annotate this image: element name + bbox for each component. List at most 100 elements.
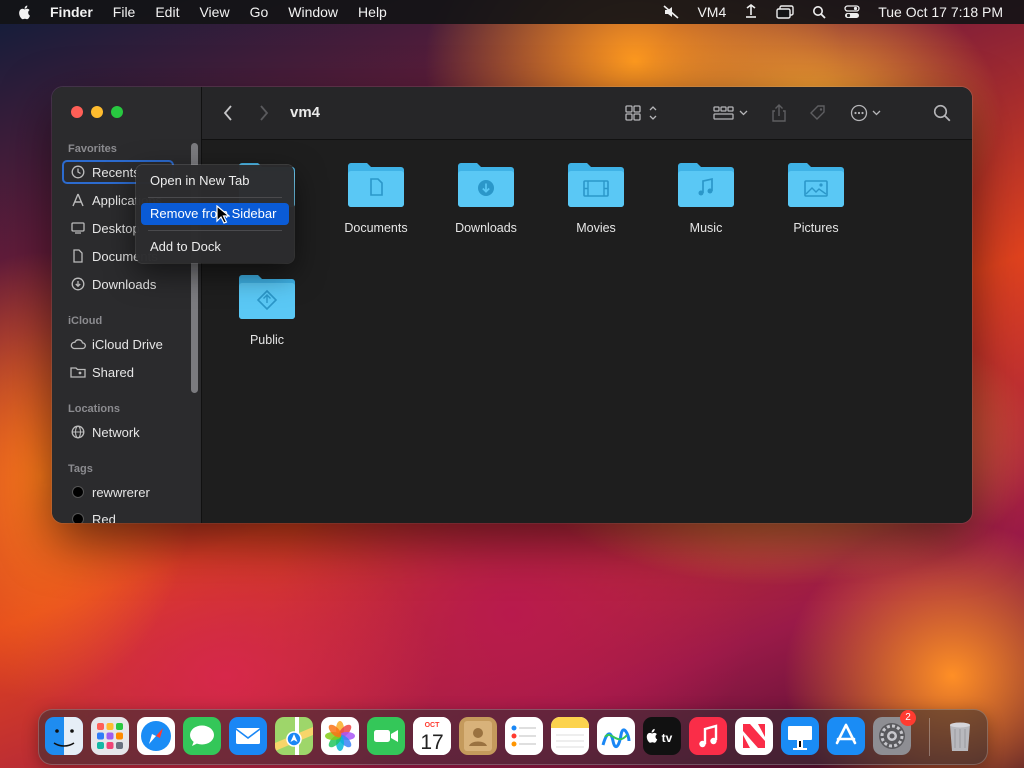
file-grid: Documents Downloads Movies Music Picture… [202, 140, 972, 523]
folder-pictures[interactable]: Pictures [766, 160, 866, 235]
context-item-add-to-dock[interactable]: Add to Dock [141, 236, 289, 258]
sidebar-item-icloud-drive[interactable]: iCloud Drive [62, 332, 174, 356]
dock-freeform-icon[interactable] [597, 717, 635, 755]
folder-movies-icon [568, 163, 624, 207]
sidebar-tag-rewwrerer[interactable]: rewwrerer [62, 480, 174, 504]
dock-reminders-icon[interactable] [505, 717, 543, 755]
share-icon[interactable] [770, 103, 788, 123]
dock-news-icon[interactable] [735, 717, 773, 755]
folder-documents[interactable]: Documents [326, 160, 426, 235]
sidebar-item-label: Downloads [92, 276, 157, 292]
dock-mail-icon[interactable] [229, 717, 267, 755]
search-icon[interactable] [932, 103, 952, 123]
sidebar-item-label: Red [92, 511, 116, 524]
folder-documents-icon [348, 163, 404, 207]
dock-notes-icon[interactable] [551, 717, 589, 755]
back-button[interactable] [222, 103, 234, 123]
menu-window[interactable]: Window [278, 0, 348, 24]
menu-view[interactable]: View [189, 0, 239, 24]
clock-icon [70, 164, 86, 180]
control-center-icon[interactable] [835, 0, 869, 24]
folder-label: Public [249, 333, 285, 347]
dock-contacts-icon[interactable] [459, 717, 497, 755]
notification-badge: 2 [900, 710, 916, 726]
download-icon [70, 276, 86, 292]
dock-app-store-icon[interactable] [827, 717, 865, 755]
folder-pictures-icon [788, 163, 844, 207]
globe-icon [70, 424, 86, 440]
folder-label: Movies [576, 221, 616, 235]
window-title: vm4 [290, 104, 321, 121]
dock-safari-icon[interactable] [137, 717, 175, 755]
folder-music[interactable]: Music [656, 160, 756, 235]
icon-view-switcher[interactable] [624, 103, 664, 123]
folder-public[interactable]: Public [217, 272, 317, 347]
menu-file[interactable]: File [103, 0, 146, 24]
dock-calendar-icon[interactable]: OCT 17 [413, 717, 451, 755]
group-by-button[interactable] [712, 103, 752, 123]
menu-bar: Finder File Edit View Go Window Help VM4… [0, 0, 1024, 24]
sidebar-item-label: Network [92, 424, 140, 440]
dock-keynote-icon[interactable] [781, 717, 819, 755]
close-window-button[interactable] [71, 106, 83, 118]
context-menu-divider [148, 197, 282, 198]
shared-folder-icon [70, 364, 86, 380]
folder-downloads[interactable]: Downloads [436, 160, 536, 235]
calendar-month: OCT [425, 722, 441, 729]
sidebar-item-label: rewwrerer [92, 484, 150, 500]
applications-icon [70, 192, 86, 208]
sidebar-item-downloads[interactable]: Downloads [62, 272, 174, 296]
dock-launchpad-icon[interactable] [91, 717, 129, 755]
dock: OCT 17 tv 2 [38, 709, 988, 765]
sidebar: Favorites Recents Applications Desktop D… [52, 87, 202, 523]
sidebar-item-network[interactable]: Network [62, 420, 174, 444]
folder-label: Downloads [455, 221, 517, 235]
minimize-window-button[interactable] [91, 106, 103, 118]
folder-public-icon [239, 275, 295, 319]
dock-divider [929, 718, 930, 756]
folder-label: Music [689, 221, 723, 235]
sidebar-item-label: Shared [92, 364, 134, 380]
dock-messages-icon[interactable] [183, 717, 221, 755]
screen-sharing-icon[interactable] [735, 0, 767, 24]
sidebar-heading-tags: Tags [68, 463, 93, 475]
cloud-icon [70, 336, 86, 352]
tag-dot-icon [70, 484, 86, 500]
more-actions-button[interactable] [848, 103, 886, 123]
menu-help[interactable]: Help [348, 0, 397, 24]
zoom-window-button[interactable] [111, 106, 123, 118]
sidebar-item-label: Desktop [92, 220, 140, 236]
muted-speaker-icon[interactable] [654, 0, 688, 24]
dock-photos-icon[interactable] [321, 717, 359, 755]
dock-trash-icon[interactable] [941, 717, 979, 755]
context-item-remove-from-sidebar[interactable]: Remove from Sidebar [141, 203, 289, 225]
window-mirroring-icon[interactable] [767, 0, 803, 24]
menu-go[interactable]: Go [240, 0, 279, 24]
dock-maps-icon[interactable] [275, 717, 313, 755]
menu-clock[interactable]: Tue Oct 17 7:18 PM [869, 0, 1012, 24]
sidebar-item-shared[interactable]: Shared [62, 360, 174, 384]
status-menu-vm4[interactable]: VM4 [688, 0, 735, 24]
sidebar-heading-favorites: Favorites [68, 143, 117, 155]
menu-app-name[interactable]: Finder [40, 0, 103, 24]
folder-label: Documents [344, 221, 408, 235]
finder-window: Favorites Recents Applications Desktop D… [52, 87, 972, 523]
dock-finder-icon[interactable] [45, 717, 83, 755]
sidebar-item-label: Recents [92, 164, 140, 180]
context-item-open-in-new-tab[interactable]: Open in New Tab [141, 170, 289, 192]
dock-music-icon[interactable] [689, 717, 727, 755]
dock-system-settings-icon[interactable]: 2 [873, 710, 916, 755]
spotlight-search-icon[interactable] [803, 0, 835, 24]
desktop-icon [70, 220, 86, 236]
tag-icon[interactable] [808, 103, 828, 123]
forward-button[interactable] [258, 103, 270, 123]
folder-movies[interactable]: Movies [546, 160, 646, 235]
menu-edit[interactable]: Edit [145, 0, 189, 24]
apple-menu-icon[interactable] [16, 3, 34, 21]
toolbar: vm4 [202, 87, 972, 140]
dock-facetime-icon[interactable] [367, 717, 405, 755]
sidebar-tag-red[interactable]: Red [62, 507, 174, 523]
dock-tv-icon[interactable]: tv [643, 717, 681, 755]
folder-label: Pictures [793, 221, 839, 235]
context-menu-divider [148, 230, 282, 231]
